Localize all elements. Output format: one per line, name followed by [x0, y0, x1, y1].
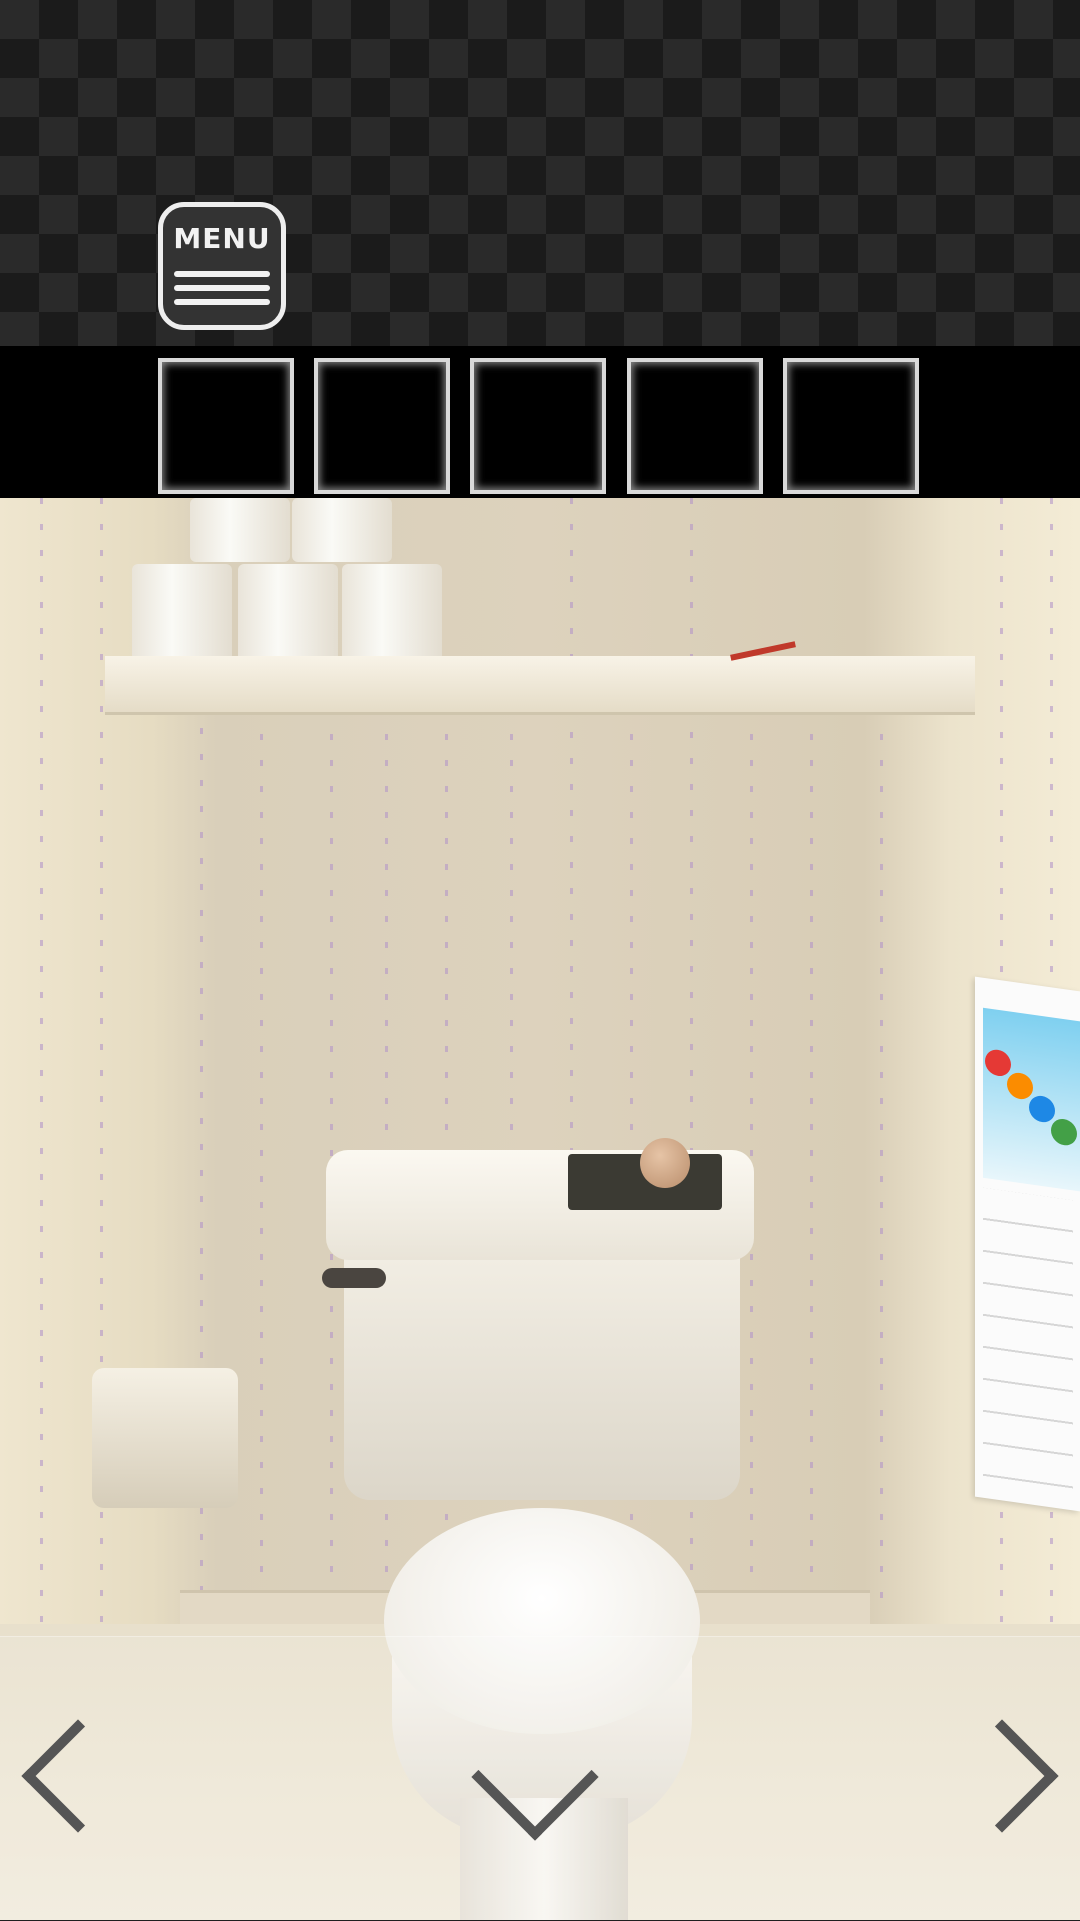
calendar-grid — [983, 1187, 1073, 1491]
inventory-slot-3[interactable] — [470, 358, 606, 494]
toilet-tank[interactable] — [344, 1250, 740, 1500]
wallpaper-stars — [880, 708, 883, 1608]
toilet-paper-roll[interactable] — [292, 498, 392, 562]
ball[interactable] — [640, 1138, 690, 1188]
inventory-slot-1[interactable] — [158, 358, 294, 494]
flush-handle[interactable] — [322, 1268, 386, 1288]
wallpaper-stars — [750, 708, 753, 1608]
wallpaper-stars — [40, 498, 43, 1698]
calendar-picture — [983, 1007, 1080, 1192]
header-checker-background: MENU — [0, 0, 1080, 346]
toilet-paper-roll[interactable] — [132, 564, 232, 664]
inventory-slot-5[interactable] — [783, 358, 919, 494]
flower-icon — [985, 1048, 1011, 1078]
wall-calendar[interactable] — [975, 976, 1080, 1512]
menu-label: MENU — [173, 222, 271, 255]
inventory-slot-4[interactable] — [627, 358, 763, 494]
flower-icon — [1029, 1094, 1055, 1124]
menu-button[interactable]: MENU — [158, 202, 286, 330]
flower-icon — [1007, 1071, 1033, 1101]
wallpaper-stars — [810, 708, 813, 1608]
toilet-paper-roll[interactable] — [190, 498, 290, 562]
shelf[interactable] — [105, 656, 975, 715]
inventory-bar — [0, 346, 1080, 498]
toilet-paper-roll[interactable] — [342, 564, 442, 664]
flower-icon — [1051, 1117, 1077, 1147]
toilet-paper-roll[interactable] — [238, 564, 338, 664]
wallpaper-stars — [100, 498, 103, 1698]
inventory-slot-2[interactable] — [314, 358, 450, 494]
paper-holder[interactable] — [92, 1368, 238, 1508]
wallpaper-stars — [260, 708, 263, 1608]
hamburger-menu-icon — [174, 263, 270, 313]
